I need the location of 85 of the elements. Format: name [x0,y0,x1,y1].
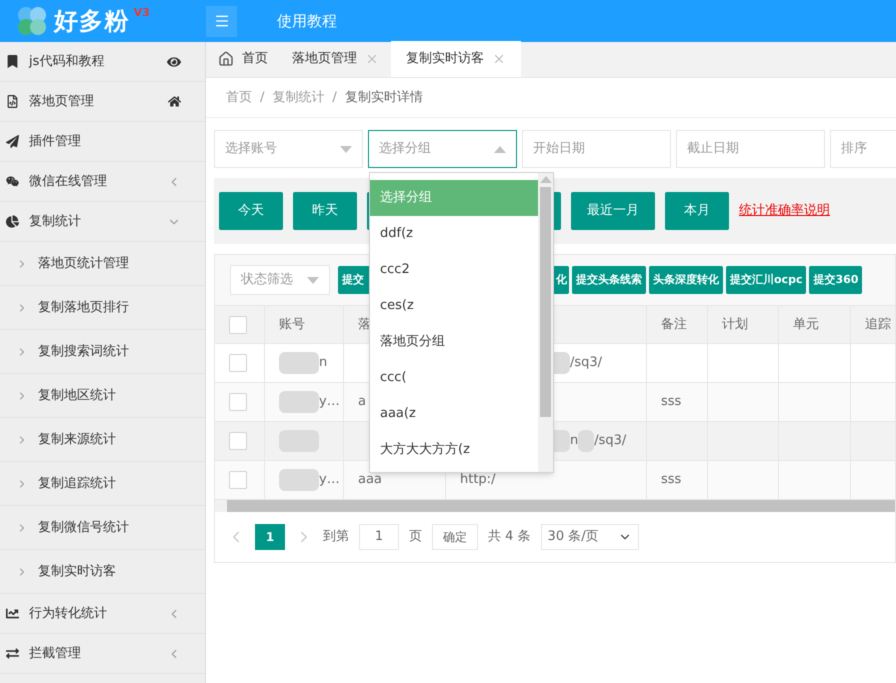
table-cell-text: y… [319,393,340,412]
sidebar-subitem[interactable]: 复制地区统计 [0,374,205,418]
date-button[interactable]: 今天 [219,192,283,230]
column-header: 单元 [779,306,851,343]
sidebar-subitem[interactable]: 复制搜索词统计 [0,330,205,374]
action-button[interactable]: 提交360 [809,266,862,294]
date-button[interactable]: 最近一月 [571,192,655,230]
table-cell-text: /sq3/ [570,354,602,372]
goto-label: 到第 [323,528,349,546]
caret-up-icon [494,146,506,152]
breadcrumb-separator: / [332,88,337,107]
checkbox[interactable] [229,316,247,334]
breadcrumb-link[interactable]: 复制实时详情 [344,88,423,108]
sidebar-subitem[interactable]: 复制来源统计 [0,418,205,462]
table-cell-text: /sq3/ [594,432,626,450]
home-icon [168,95,181,108]
tab[interactable]: 落地页管理 [280,41,391,77]
dropdown-option[interactable]: aaa(z [370,396,538,432]
tab[interactable]: 复制实时访客 [391,41,521,77]
close-icon [492,52,506,66]
menu-button[interactable] [206,6,237,36]
row-checkbox[interactable] [229,393,247,411]
bookmark-icon [6,55,19,68]
page-input[interactable]: 1 [359,524,399,550]
date-button[interactable]: 本月 [665,192,729,230]
page-button[interactable]: 1 [255,524,285,550]
row-checkbox[interactable] [229,471,247,489]
sidebar-item[interactable]: 落地页管理 [0,82,205,122]
dropdown-option[interactable]: ddf(z [370,216,538,252]
row-checkbox[interactable] [229,432,247,450]
table-cell-text: sss [661,471,682,490]
dropdown-option[interactable]: 大方大大方方(z [370,432,538,468]
column-header: 备注 [647,306,708,343]
sidebar-item[interactable]: 拦截管理 [0,634,205,674]
table-cell-text: http:/ [460,471,496,490]
paper-plane-icon [6,135,19,148]
row-checkbox[interactable] [229,354,247,372]
sidebar-subitem[interactable]: 复制追踪统计 [0,462,205,506]
accuracy-link[interactable]: 统计准确率说明 [739,201,830,221]
caret-down-icon [307,276,319,284]
caret-down-icon [340,146,352,152]
table-cell-text: aaa [358,471,382,490]
page-unit: 页 [409,528,422,546]
table-cell-text: a [358,393,366,412]
caret-up-icon [540,176,552,183]
file-code-icon [6,95,19,108]
sidebar-item[interactable]: 微信在线管理 [0,162,205,202]
sidebar-subitem[interactable]: 复制微信号统计 [0,506,205,550]
action-button[interactable]: 提交头条线索 [572,266,646,294]
sidebar-subitem[interactable]: 落地页统计管理 [0,242,205,286]
table-cell-text: sss [661,393,682,412]
date-button[interactable]: 昨天 [293,192,357,230]
chat-bubbles-icon [6,175,19,188]
close-icon [365,52,379,66]
sidebar-item[interactable]: 行为转化统计 [0,594,205,634]
logo-text: 好多粉 [54,6,130,37]
action-button[interactable]: 提交汇川ocpc [726,266,806,294]
action-button[interactable]: 头条深度转化 [649,266,723,294]
pie-chart-icon [6,215,19,228]
sidebar-subitem[interactable]: 复制落地页排行 [0,286,205,330]
line-chart-icon [6,607,19,620]
confirm-button[interactable]: 确定 [432,524,478,550]
eye-icon [167,54,181,68]
table-cell-text: n [319,354,328,372]
sidebar-item[interactable]: 复制统计 [0,202,205,242]
home-icon [218,51,234,67]
sidebar-item[interactable]: js代码和教程 [0,42,205,82]
column-header: 账号 [265,306,344,343]
swap-arrows-icon [6,647,19,660]
page-size-select[interactable]: 30 条/页 [540,524,639,550]
table-cell-text: y… [319,471,340,490]
column-header: 追踪 [851,306,896,343]
total-count: 共 4 条 [488,528,531,546]
version-label: V3 [134,5,150,21]
dropdown-scrollbar[interactable] [538,173,553,472]
table-cell-text: n [570,432,578,450]
sidebar-item[interactable]: 插件管理 [0,122,205,162]
dropdown-option[interactable]: ccc2 [370,252,538,288]
breadcrumb-separator: / [260,88,264,107]
tab[interactable]: 首页 [206,41,280,77]
sidebar-subitem[interactable]: 复制实时访客 [0,550,205,594]
menu-icon [214,13,230,29]
column-header: 计划 [708,306,779,343]
dropdown-option[interactable]: ccc( [370,360,538,396]
horizontal-scrollbar[interactable] [215,500,895,512]
